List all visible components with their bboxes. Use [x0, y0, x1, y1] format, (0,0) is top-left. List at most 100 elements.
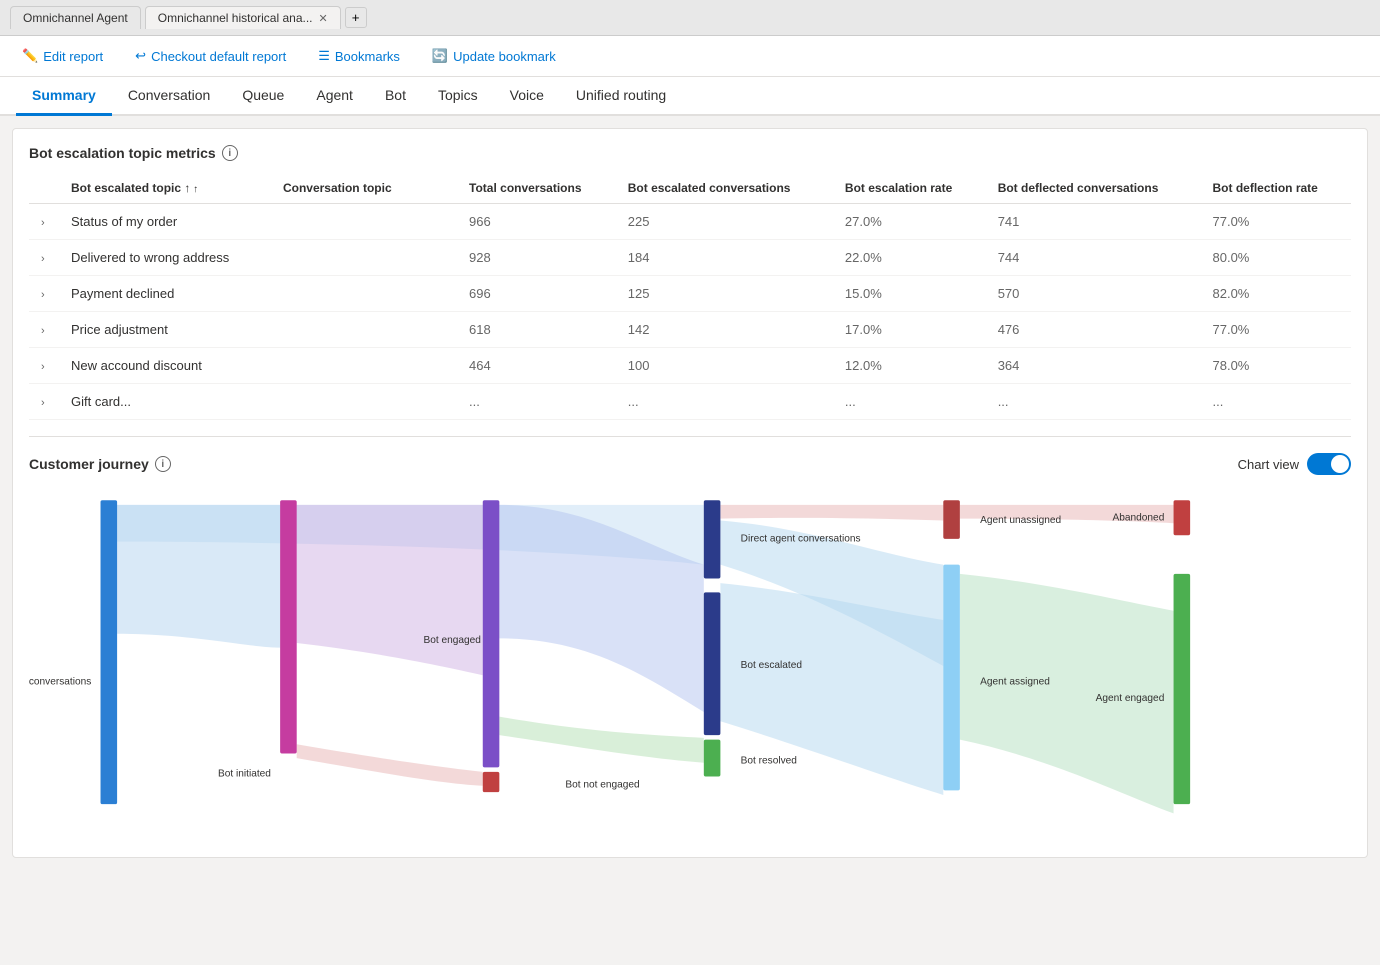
node-bot-escalated	[704, 592, 721, 735]
update-bookmark-label: Update bookmark	[453, 49, 556, 64]
bot-info-icon[interactable]: i	[222, 145, 238, 161]
expand-icon-5[interactable]: ›	[41, 397, 45, 409]
journey-info-icon[interactable]: i	[155, 456, 171, 472]
cell-escalation-rate-0: 27.0%	[833, 204, 986, 240]
expand-cell-1[interactable]: ›	[29, 240, 59, 276]
browser-tab-historical[interactable]: Omnichannel historical ana... ✕	[145, 6, 341, 29]
col-bot-deflected-conversations[interactable]: Bot deflected conversations	[986, 173, 1201, 204]
label-agent-engaged: Agent engaged	[1096, 693, 1165, 704]
add-tab-button[interactable]: +	[345, 7, 367, 28]
customer-journey-section: Customer journey i Chart view	[13, 437, 1367, 857]
table-row[interactable]: › New accound discount 464 100 12.0% 364…	[29, 348, 1351, 384]
cell-escalated-0: 225	[616, 204, 833, 240]
table-row[interactable]: › Status of my order 966 225 27.0% 741 7…	[29, 204, 1351, 240]
node-bot-initiated	[280, 500, 297, 753]
expand-icon-4[interactable]: ›	[41, 361, 45, 373]
toggle-knob	[1331, 455, 1349, 473]
browser-tab-label: Omnichannel Agent	[23, 11, 128, 25]
checkout-icon: ↩	[135, 48, 146, 64]
cell-conv-topic-1	[271, 240, 457, 276]
col-bot-escalated-topic[interactable]: Bot escalated topic ↑	[59, 173, 271, 204]
col-bot-escalation-rate[interactable]: Bot escalation rate	[833, 173, 986, 204]
cell-conv-topic-5	[271, 384, 457, 420]
cell-conv-topic-0	[271, 204, 457, 240]
cell-conv-topic-3	[271, 312, 457, 348]
table-row[interactable]: › Gift card... ... ... ... ... ...	[29, 384, 1351, 420]
cell-topic-4: New accound discount	[59, 348, 271, 384]
label-bot-initiated: Bot initiated	[218, 769, 271, 780]
cell-deflection-rate-0: 77.0%	[1201, 204, 1352, 240]
cell-deflection-rate-4: 78.0%	[1201, 348, 1352, 384]
section-title-bot: Bot escalation topic metrics i	[29, 145, 1351, 161]
col-conversation-topic[interactable]: Conversation topic	[271, 173, 457, 204]
tab-voice[interactable]: Voice	[494, 77, 560, 116]
col-expand	[29, 173, 59, 204]
cell-deflection-rate-5: ...	[1201, 384, 1352, 420]
expand-cell-2[interactable]: ›	[29, 276, 59, 312]
chart-view-label: Chart view	[1238, 457, 1299, 472]
label-customer-conv: Customer conversations	[29, 676, 91, 687]
cell-deflected-1: 744	[986, 240, 1201, 276]
node-customer-conv	[101, 500, 118, 804]
col-total-conversations[interactable]: Total conversations	[457, 173, 616, 204]
expand-icon-2[interactable]: ›	[41, 289, 45, 301]
browser-tab-omnichannel-agent[interactable]: Omnichannel Agent	[10, 6, 141, 29]
node-bot-resolved	[704, 740, 721, 777]
chart-view-toggle[interactable]	[1307, 453, 1351, 475]
checkout-default-label: Checkout default report	[151, 49, 286, 64]
node-agent-engaged	[1174, 574, 1191, 804]
cell-topic-2: Payment declined	[59, 276, 271, 312]
cell-deflected-3: 476	[986, 312, 1201, 348]
tab-conversation[interactable]: Conversation	[112, 77, 227, 116]
bookmarks-button[interactable]: ☰ Bookmarks	[312, 44, 406, 68]
edit-report-button[interactable]: ✏️ Edit report	[16, 44, 109, 68]
cell-deflection-rate-2: 82.0%	[1201, 276, 1352, 312]
bot-escalation-section: Bot escalation topic metrics i Bot escal…	[13, 129, 1367, 436]
table-row[interactable]: › Delivered to wrong address 928 184 22.…	[29, 240, 1351, 276]
col-bot-escalated-conversations[interactable]: Bot escalated conversations	[616, 173, 833, 204]
tab-summary[interactable]: Summary	[16, 77, 112, 116]
cell-deflection-rate-1: 80.0%	[1201, 240, 1352, 276]
cell-topic-3: Price adjustment	[59, 312, 271, 348]
edit-icon: ✏️	[22, 48, 38, 64]
cell-conv-topic-2	[271, 276, 457, 312]
label-bot-resolved: Bot resolved	[741, 756, 797, 767]
browser-chrome: Omnichannel Agent Omnichannel historical…	[0, 0, 1380, 36]
expand-icon-1[interactable]: ›	[41, 253, 45, 265]
expand-cell-0[interactable]: ›	[29, 204, 59, 240]
browser-tab-label: Omnichannel historical ana...	[158, 11, 313, 25]
sankey-svg: Customer conversations Bot initiated Bot…	[29, 491, 1351, 841]
node-abandoned	[1174, 500, 1191, 535]
label-direct-agent: Direct agent conversations	[741, 534, 861, 545]
cell-deflection-rate-3: 77.0%	[1201, 312, 1352, 348]
cell-total-2: 696	[457, 276, 616, 312]
tab-topics[interactable]: Topics	[422, 77, 494, 116]
checkout-default-button[interactable]: ↩ Checkout default report	[129, 44, 292, 68]
update-bookmark-button[interactable]: 🔄 Update bookmark	[426, 44, 562, 68]
expand-icon-0[interactable]: ›	[41, 217, 45, 229]
close-tab-icon[interactable]: ✕	[319, 12, 328, 25]
tab-bot[interactable]: Bot	[369, 77, 422, 116]
journey-title: Customer journey i	[29, 456, 171, 472]
label-agent-assigned: Agent assigned	[980, 676, 1050, 687]
tab-queue[interactable]: Queue	[226, 77, 300, 116]
label-bot-escalated: Bot escalated	[741, 660, 802, 671]
node-bot-engaged	[483, 500, 500, 767]
bookmark-icon: ☰	[318, 48, 330, 64]
tab-unified-routing[interactable]: Unified routing	[560, 77, 682, 116]
expand-cell-3[interactable]: ›	[29, 312, 59, 348]
bot-table-wrapper[interactable]: Bot escalated topic ↑ Conversation topic…	[29, 173, 1351, 420]
cell-topic-0: Status of my order	[59, 204, 271, 240]
sankey-chart: Customer conversations Bot initiated Bot…	[29, 491, 1351, 841]
label-bot-engaged: Bot engaged	[423, 635, 480, 646]
bookmarks-label: Bookmarks	[335, 49, 400, 64]
tab-agent[interactable]: Agent	[300, 77, 369, 116]
table-row[interactable]: › Payment declined 696 125 15.0% 570 82.…	[29, 276, 1351, 312]
expand-cell-4[interactable]: ›	[29, 348, 59, 384]
cell-deflected-5: ...	[986, 384, 1201, 420]
table-row[interactable]: › Price adjustment 618 142 17.0% 476 77.…	[29, 312, 1351, 348]
col-bot-deflection-rate[interactable]: Bot deflection rate	[1201, 173, 1352, 204]
expand-cell-5[interactable]: ›	[29, 384, 59, 420]
expand-icon-3[interactable]: ›	[41, 325, 45, 337]
update-icon: 🔄	[432, 48, 448, 64]
